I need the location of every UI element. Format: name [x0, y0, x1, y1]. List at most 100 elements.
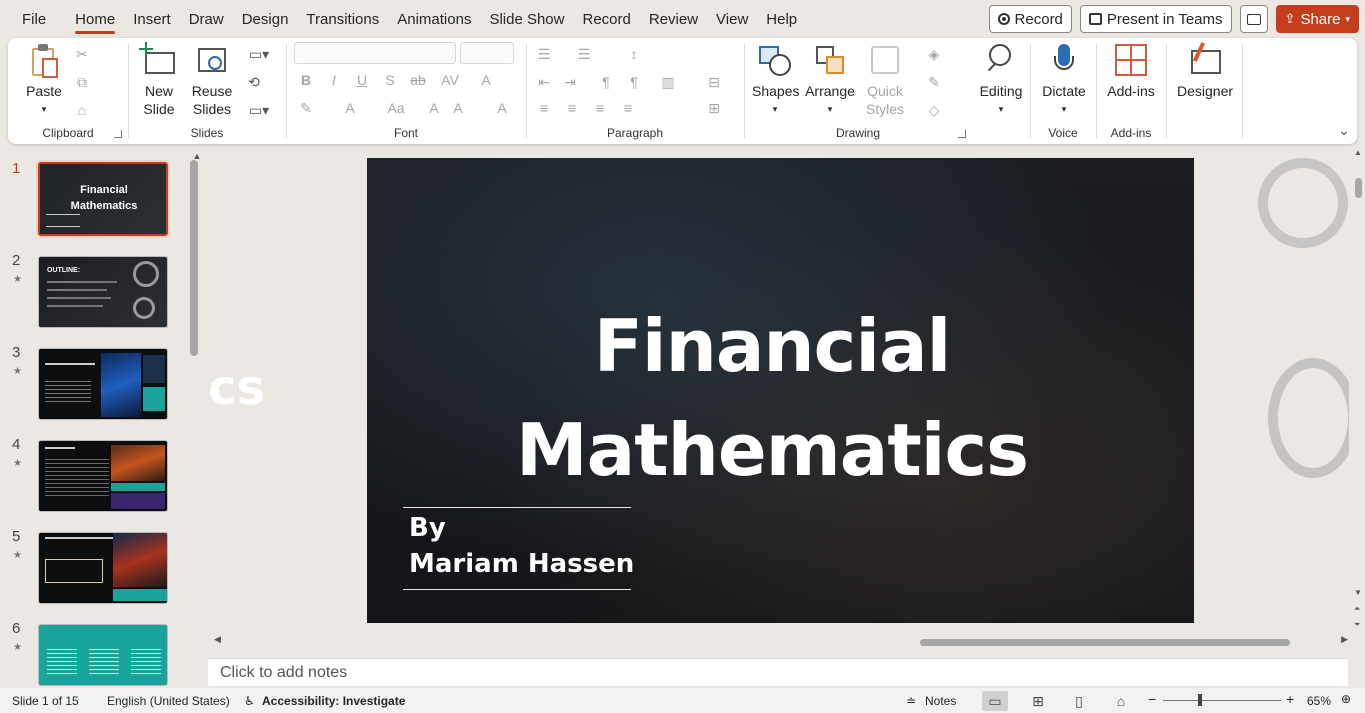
thumbnail-slide-2[interactable]: OUTLINE: [38, 256, 168, 328]
quick-styles-button[interactable]: Quick Styles [862, 42, 908, 118]
tab-record[interactable]: Record [573, 0, 639, 38]
highlight-icon[interactable]: ✎ [296, 100, 316, 116]
notes-pane[interactable]: Click to add notes [208, 658, 1348, 686]
spacing-icon[interactable]: AV [438, 72, 462, 88]
zoom-level[interactable]: 65% [1307, 694, 1331, 708]
thumbnail-slide-3[interactable] [38, 348, 168, 420]
align-center-icon[interactable]: ≡ [562, 100, 582, 116]
horizontal-scroll-thumb[interactable] [920, 639, 1290, 646]
new-slide-button[interactable]: New Slide [134, 42, 184, 118]
tab-slide-show[interactable]: Slide Show [480, 0, 573, 38]
shrink-font-icon[interactable]: A [448, 100, 468, 116]
fit-to-window-icon[interactable]: ⊕ [1341, 692, 1351, 706]
cut-icon[interactable]: ✂ [72, 46, 92, 62]
shape-fill-icon[interactable]: ◈ [924, 46, 944, 62]
shape-effects-icon[interactable]: ◇ [924, 102, 944, 118]
change-case-icon[interactable]: Aa [384, 100, 408, 116]
ltr-icon[interactable]: ¶ [596, 74, 616, 90]
tab-file[interactable]: File [0, 0, 66, 38]
next-slide-icon[interactable]: ⏷ [1354, 620, 1360, 630]
arrange-button[interactable]: Arrange ▾ [802, 42, 858, 118]
scroll-up-icon[interactable]: ▲ [1354, 148, 1362, 157]
justify-icon[interactable]: ≡ [618, 100, 638, 116]
bold-icon[interactable]: B [296, 72, 316, 88]
thumbnails-scrollbar[interactable] [190, 160, 198, 356]
smartart-icon[interactable]: ⊞ [704, 100, 724, 116]
zoom-out-icon[interactable]: − [1148, 691, 1156, 707]
shapes-button[interactable]: Shapes ▾ [752, 42, 799, 118]
tab-transitions[interactable]: Transitions [297, 0, 388, 38]
tab-view[interactable]: View [707, 0, 757, 38]
horizontal-scrollbar[interactable]: ◀ ▶ [214, 634, 1348, 648]
layout-icon[interactable]: ▭▾ [244, 46, 274, 62]
record-button[interactable]: Record [988, 5, 1072, 33]
normal-view-icon[interactable]: ▭ [982, 691, 1008, 711]
language-status[interactable]: English (United States) [107, 694, 230, 708]
thumbnail-slide-5[interactable] [38, 532, 168, 604]
bullets-icon[interactable]: ☰ [534, 46, 554, 62]
reading-view-icon[interactable]: ▯ [1066, 691, 1092, 711]
align-left-icon[interactable]: ≡ [534, 100, 554, 116]
tab-draw[interactable]: Draw [180, 0, 233, 38]
shape-outline-icon[interactable]: ✎ [924, 74, 944, 90]
editing-button[interactable]: Editing ▾ [974, 42, 1028, 118]
italic-icon[interactable]: I [324, 72, 344, 88]
designer-button[interactable]: Designer [1172, 42, 1238, 100]
drawing-launcher-icon[interactable] [958, 130, 966, 138]
tab-animations[interactable]: Animations [388, 0, 480, 38]
clear-format-icon[interactable]: A [476, 72, 496, 88]
main-slide[interactable]: Financial Mathematics By Mariam Hassen [367, 158, 1194, 623]
slide-sorter-icon[interactable]: ⊞ [1025, 691, 1051, 711]
zoom-in-icon[interactable]: + [1286, 691, 1294, 707]
tab-home[interactable]: Home [66, 0, 124, 38]
font-family-dropdown[interactable] [294, 42, 456, 64]
slide-subtitle[interactable]: By Mariam Hassen [409, 510, 634, 582]
slide-show-icon[interactable]: ⌂ [1108, 691, 1134, 711]
decrease-indent-icon[interactable]: ⇤ [534, 74, 554, 90]
align-right-icon[interactable]: ≡ [590, 100, 610, 116]
line-spacing-icon[interactable]: ↕ [624, 46, 644, 62]
clear-formatting-icon[interactable]: A [492, 100, 512, 116]
scroll-down-icon[interactable]: ▼ [1354, 588, 1362, 597]
tab-review[interactable]: Review [640, 0, 707, 38]
paste-button[interactable]: Paste ▾ [22, 42, 66, 118]
increase-indent-icon[interactable]: ⇥ [560, 74, 580, 90]
accessibility-status[interactable]: Accessibility: Investigate [262, 694, 405, 708]
thumbnail-slide-4[interactable] [38, 440, 168, 512]
notes-toggle[interactable]: Notes [925, 694, 956, 708]
previous-slide-icon[interactable]: ⏶ [1354, 604, 1360, 614]
dictate-button[interactable]: Dictate ▾ [1036, 42, 1092, 118]
comments-button[interactable] [1239, 5, 1268, 33]
columns-icon[interactable]: ▥ [658, 74, 678, 90]
scroll-up-icon[interactable]: ▲ [187, 148, 207, 164]
font-color-icon[interactable]: A [340, 100, 360, 116]
rtl-icon[interactable]: ¶ [624, 74, 644, 90]
thumbnail-slide-1[interactable]: Financial Mathematics [38, 162, 168, 236]
zoom-slider-knob[interactable] [1198, 694, 1202, 706]
tab-help[interactable]: Help [757, 0, 806, 38]
strikethrough-icon[interactable]: ab [408, 72, 428, 88]
vertical-scrollbar[interactable]: ▲ ▼ ⏶ ⏷ [1353, 148, 1363, 668]
font-size-dropdown[interactable] [460, 42, 514, 64]
collapse-ribbon-icon[interactable]: ⌄ [1334, 122, 1354, 138]
vertical-scroll-thumb[interactable] [1355, 178, 1362, 198]
numbering-icon[interactable]: ☰ [574, 46, 594, 62]
present-in-teams-button[interactable]: Present in Teams [1079, 5, 1232, 33]
reuse-slides-button[interactable]: Reuse Slides [186, 42, 238, 118]
reset-icon[interactable]: ⟲ [244, 74, 264, 90]
add-ins-button[interactable]: Add-ins [1102, 42, 1160, 100]
clipboard-launcher-icon[interactable] [114, 130, 122, 138]
zoom-slider[interactable] [1163, 700, 1281, 701]
section-icon[interactable]: ▭▾ [244, 102, 274, 118]
underline-icon[interactable]: U [352, 72, 372, 88]
slide-title[interactable]: Financial Mathematics [507, 294, 1037, 502]
shadow-icon[interactable]: S [380, 72, 400, 88]
format-painter-icon[interactable]: ⌂ [72, 102, 92, 118]
grow-font-icon[interactable]: A [424, 100, 444, 116]
align-text-icon[interactable]: ⊟ [704, 74, 724, 90]
scroll-right-icon[interactable]: ▶ [1341, 634, 1348, 645]
share-button[interactable]: ⇪ Share ▾ [1275, 5, 1359, 33]
copy-icon[interactable]: ⧉ [72, 74, 92, 90]
tab-design[interactable]: Design [233, 0, 298, 38]
thumbnail-slide-6[interactable] [38, 624, 168, 686]
